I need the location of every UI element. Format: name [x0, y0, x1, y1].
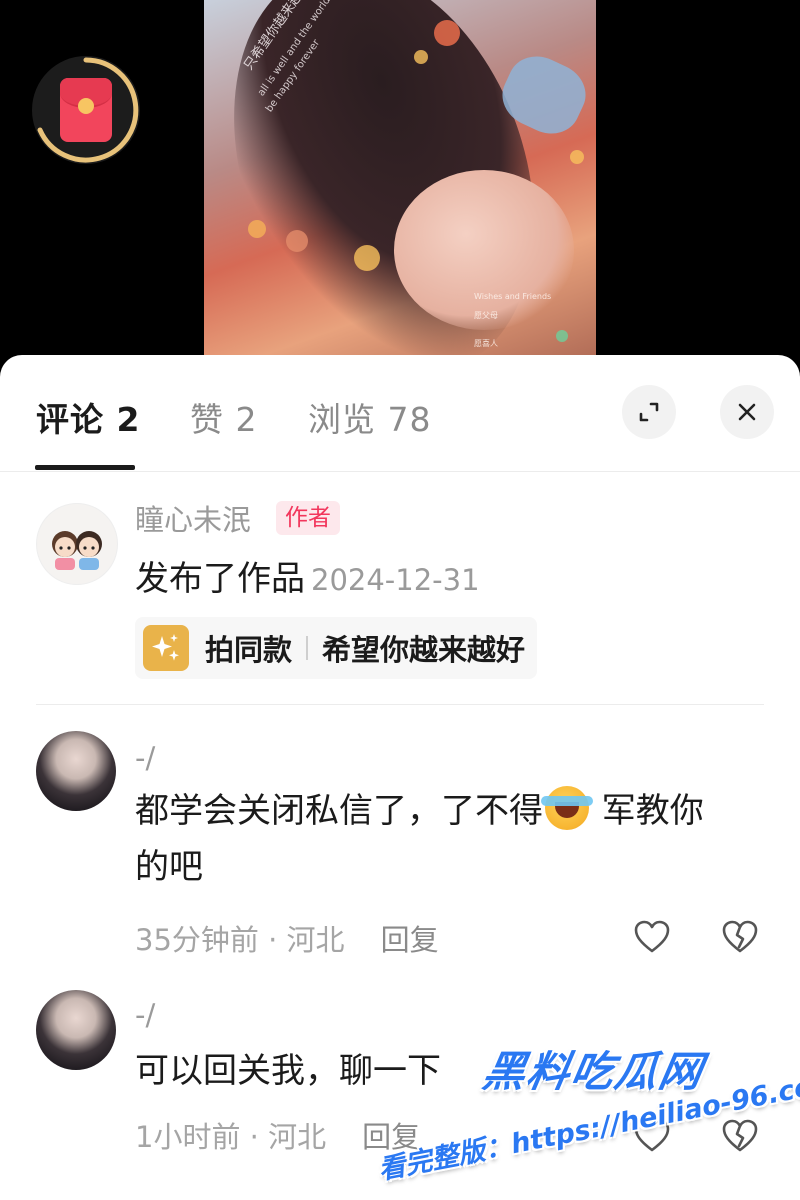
comment-item: -/ 都学会关闭私信了，了不得 军教你 的吧 35分钟前 · 河北 回复	[0, 731, 800, 961]
video-frame[interactable]: 只希望你越来越好 all is well and the world is we…	[204, 0, 596, 360]
same-style-label: 拍同款	[205, 633, 293, 667]
like-heart-icon[interactable]	[632, 917, 672, 957]
comment-time-location: 1小时前 · 河北	[135, 1120, 327, 1154]
author-post-text: 发布了作品 2024-12-31	[135, 551, 480, 608]
comment-text: 都学会关闭私信了，了不得 军教你 的吧	[135, 783, 775, 895]
red-envelope-icon	[60, 78, 112, 142]
tab-bar: 评论 2 赞 2 浏览 78	[0, 355, 800, 472]
comment-text-part1: 都学会关闭私信了，了不得	[135, 791, 543, 831]
comment-username[interactable]: 瞳心未泯	[135, 497, 251, 539]
active-tab-indicator	[35, 465, 135, 470]
sparkle-icon	[143, 625, 189, 671]
same-style-separator	[306, 636, 309, 660]
comment-meta: 35分钟前 · 河北 回复	[135, 917, 439, 959]
expand-icon	[639, 402, 659, 422]
dislike-broken-heart-icon[interactable]	[720, 1116, 760, 1156]
red-packet-button[interactable]	[32, 56, 140, 164]
video-overlay-credit2: 愿父母	[474, 311, 498, 320]
comment-text: 可以回关我，聊一下	[135, 1051, 441, 1091]
avatar[interactable]	[36, 990, 116, 1070]
laugh-cry-emoji-icon	[541, 786, 593, 830]
divider	[36, 704, 764, 705]
dislike-broken-heart-icon[interactable]	[720, 917, 760, 957]
expand-button[interactable]	[622, 385, 676, 439]
bokeh-dot	[414, 50, 428, 64]
same-style-button[interactable]: 拍同款 希望你越来越好	[135, 617, 538, 679]
bokeh-dot	[248, 220, 266, 238]
author-post-date: 2024-12-31	[311, 563, 480, 597]
kids-avatar-illustration	[52, 531, 102, 570]
bokeh-dot	[556, 330, 568, 342]
comment-text-line2: 的吧	[135, 847, 203, 887]
video-face-shape	[394, 170, 574, 330]
bokeh-dot	[570, 150, 584, 164]
bokeh-dot	[354, 245, 380, 271]
author-post-message: 发布了作品	[135, 559, 305, 599]
tab-likes[interactable]: 赞 2	[190, 393, 258, 441]
bokeh-dot	[434, 20, 460, 46]
video-player[interactable]: 只希望你越来越好 all is well and the world is we…	[0, 0, 800, 360]
tab-comments[interactable]: 评论 2	[36, 393, 140, 441]
author-badge: 作者	[276, 501, 340, 535]
same-style-song: 希望你越来越好	[322, 633, 526, 667]
avatar[interactable]	[36, 503, 118, 585]
comment-username[interactable]: -/	[135, 998, 155, 1032]
tab-views[interactable]: 浏览 78	[308, 393, 431, 441]
comment-text-part2: 军教你	[591, 791, 704, 831]
comment-time-location: 35分钟前 · 河北	[135, 923, 345, 957]
video-overlay-credit1: Wishes and Friends	[474, 292, 552, 301]
avatar[interactable]	[36, 731, 116, 811]
video-overlay-credit3: 愿喜人	[474, 339, 498, 348]
close-button[interactable]	[720, 385, 774, 439]
close-icon	[738, 403, 756, 421]
comment-username[interactable]: -/	[135, 741, 155, 775]
reply-button[interactable]: 回复	[381, 923, 439, 957]
bokeh-dot	[286, 230, 308, 252]
